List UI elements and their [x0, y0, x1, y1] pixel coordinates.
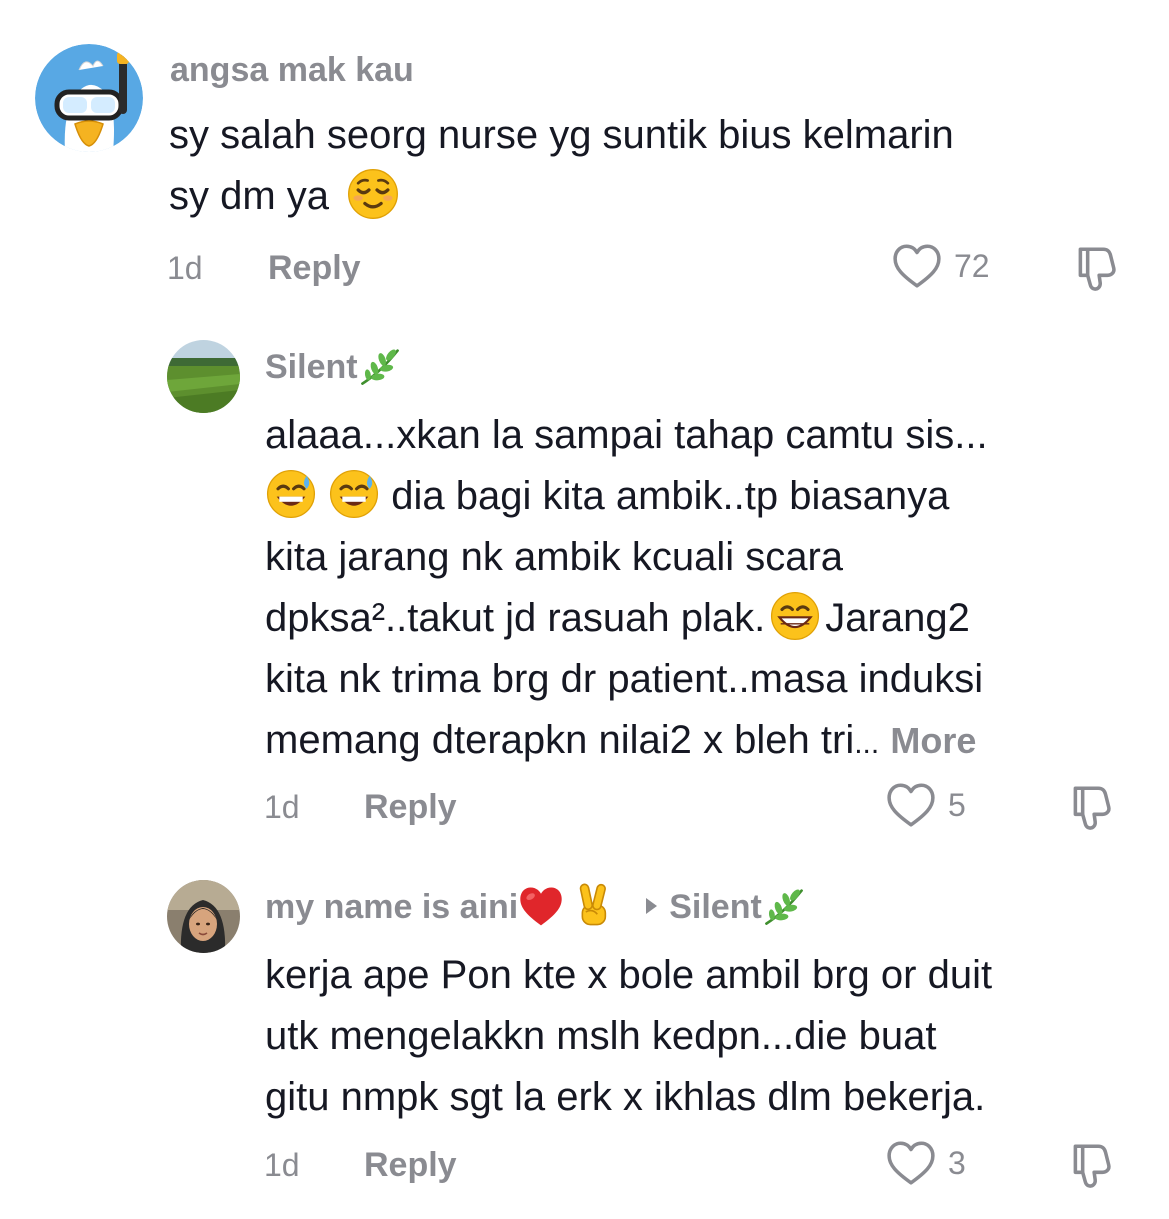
reply-to-username[interactable]: Silent: [669, 888, 762, 926]
victory-hand-emoji: [579, 882, 608, 926]
timestamp: 1d: [264, 789, 300, 825]
duck-avatar-image: [35, 44, 143, 152]
heart-outline-icon: [887, 783, 935, 827]
username[interactable]: Silent: [265, 345, 402, 391]
reply-arrow-icon: [646, 898, 658, 915]
comment-line: dia bagi kita ambik..tp biasanya: [380, 474, 950, 518]
timestamp: 1d: [167, 250, 203, 286]
comment-line: dpksa²..takut jd rasuah plak.: [265, 596, 766, 640]
username-text: my name is aini: [265, 888, 519, 926]
username-text: Silent: [265, 348, 358, 386]
avatar[interactable]: [167, 880, 240, 953]
comment-line: memang dterapkn nilai2 x bleh tri: [265, 718, 855, 762]
sweat-smile-emoji: [266, 469, 316, 520]
comment-2: Silent alaaa...xkan la sampai tahap camt…: [0, 320, 1169, 850]
heart-outline-icon: [893, 244, 941, 288]
comment-line: kita nk trima brg dr patient..masa induk…: [265, 657, 984, 701]
username[interactable]: my name is aini Silent: [265, 882, 806, 932]
comment-line: alaaa...xkan la sampai tahap camtu sis..…: [265, 413, 988, 457]
comment-line: kerja ape Pon kte x bole ambil brg or du…: [265, 953, 993, 997]
reply-button[interactable]: Reply: [268, 248, 361, 288]
comment-line: utk mengelakkn mslh kedpn...die buat: [265, 1014, 937, 1058]
comment-line-truncated: memang dterapkn nilai2 x bleh tri... Mor…: [265, 710, 988, 774]
dislike-icon: [1078, 247, 1116, 291]
comment-line: sy dm ya: [169, 174, 330, 218]
comment-text: kerja ape Pon kte x bole ambil brg or du…: [265, 945, 992, 1128]
dislike-icon: [1073, 1144, 1111, 1188]
username[interactable]: angsa mak kau: [170, 48, 414, 92]
comment-line-with-emoji: dpksa²..takut jd rasuah plak. Jarang2: [265, 588, 988, 649]
comment-line: gitu nmpk sgt la erk x ikhlas dlm bekerj…: [265, 1075, 986, 1119]
herb-emoji: [764, 886, 803, 925]
like-count: 72: [954, 248, 990, 284]
comment-line: sy salah seorg nurse yg suntik bius kelm…: [169, 113, 954, 157]
like-count: 5: [948, 787, 966, 823]
comment-line: kita jarang nk ambik kcuali scara: [265, 535, 844, 579]
comment-line-with-emoji: dia bagi kita ambik..tp biasanya: [265, 466, 988, 527]
reply-button[interactable]: Reply: [364, 1145, 457, 1185]
dislike-button[interactable]: [1067, 1140, 1115, 1195]
like-count: 3: [948, 1145, 966, 1181]
comment-line: Jarang2: [825, 596, 970, 640]
herb-emoji: [360, 346, 399, 385]
comment-1: angsa mak kau sy salah seorg nurse yg su…: [0, 0, 1169, 320]
red-heart-emoji: [520, 887, 562, 926]
comment-line-with-emoji: sy dm ya: [169, 166, 954, 227]
like-button[interactable]: 5: [886, 782, 966, 828]
rice-field-avatar-image: [167, 340, 240, 413]
ellipsis: ...: [854, 727, 880, 760]
comment-3: my name is aini Silent kerja ape Pon kte …: [0, 850, 1169, 1219]
comment-text: sy salah seorg nurse yg suntik bius kelm…: [169, 105, 954, 227]
comment-text: alaaa...xkan la sampai tahap camtu sis..…: [265, 405, 988, 774]
profile-photo-avatar-image: [167, 880, 240, 953]
avatar[interactable]: [167, 340, 240, 413]
like-button[interactable]: 72: [892, 243, 990, 289]
grin-emoji: [770, 591, 821, 642]
timestamp: 1d: [264, 1147, 300, 1183]
reply-button[interactable]: Reply: [364, 787, 457, 827]
sweat-smile-emoji: [329, 469, 380, 520]
dislike-icon: [1073, 786, 1111, 830]
heart-outline-icon: [887, 1141, 935, 1185]
like-button[interactable]: 3: [886, 1140, 966, 1186]
more-link[interactable]: More: [890, 720, 976, 761]
relieved-face-emoji: [347, 168, 400, 221]
dislike-button[interactable]: [1072, 243, 1120, 298]
dislike-button[interactable]: [1067, 782, 1115, 837]
avatar[interactable]: [35, 44, 143, 152]
